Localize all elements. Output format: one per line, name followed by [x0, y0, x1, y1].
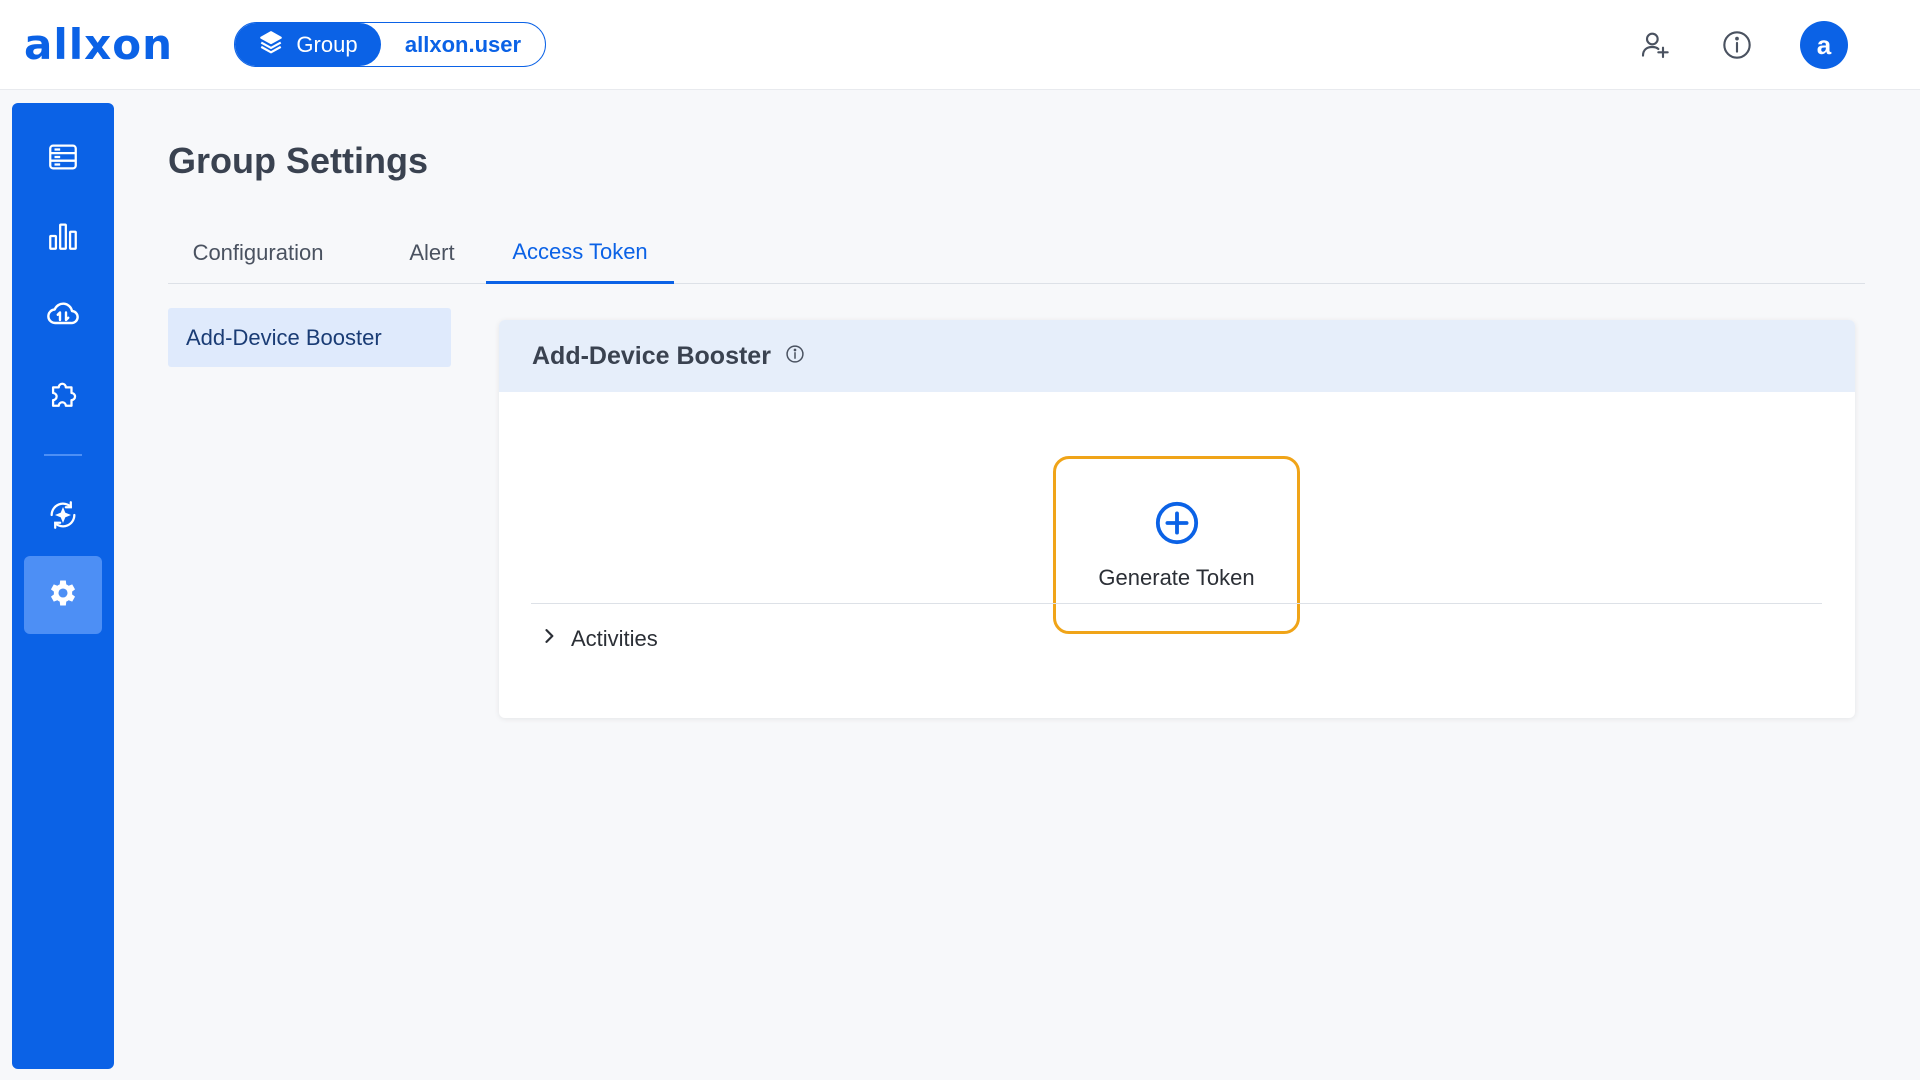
layers-icon [258, 29, 284, 61]
tab-access-token[interactable]: Access Token [486, 222, 674, 284]
tab-configuration[interactable]: Configuration [168, 222, 348, 284]
generate-token-label: Generate Token [1098, 564, 1255, 590]
sidebar-item-ota[interactable] [24, 478, 102, 556]
user-avatar[interactable]: a [1800, 21, 1848, 69]
scope-group-button[interactable]: Group [235, 23, 381, 66]
add-user-icon[interactable] [1636, 26, 1674, 64]
subnav-item-add-device-booster[interactable]: Add-Device Booster [168, 308, 451, 367]
card-header: Add-Device Booster [499, 320, 1855, 392]
sidebar [12, 103, 114, 1069]
card-divider [531, 603, 1822, 604]
activities-toggle[interactable]: Activities [539, 626, 658, 652]
chevron-right-icon [539, 626, 559, 652]
ota-update-icon [46, 498, 80, 537]
sidebar-item-devices[interactable] [24, 120, 102, 198]
top-bar: allxon Group allxon.user a [0, 0, 1920, 90]
info-icon[interactable] [785, 344, 805, 369]
allxon-logo[interactable]: allxon [24, 24, 173, 66]
scope-switcher[interactable]: Group allxon.user [234, 22, 546, 67]
add-circle-icon [1154, 500, 1200, 551]
plugin-puzzle-icon [46, 376, 80, 415]
settings-tabs: Configuration Alert Access Token [168, 222, 1865, 284]
add-device-booster-card: Add-Device Booster Generate Token Activi… [499, 320, 1855, 718]
tab-alert[interactable]: Alert [362, 222, 502, 284]
page-title: Group Settings [168, 140, 428, 181]
sidebar-item-plugins[interactable] [24, 356, 102, 434]
analytics-chart-icon [46, 219, 80, 258]
cloud-sync-icon [45, 296, 81, 337]
scope-user-label[interactable]: allxon.user [381, 32, 545, 58]
info-icon[interactable] [1718, 26, 1756, 64]
sidebar-divider [44, 454, 82, 456]
sidebar-item-settings[interactable] [24, 556, 102, 634]
sidebar-item-analytics[interactable] [24, 199, 102, 277]
activities-label: Activities [571, 626, 658, 651]
sidebar-item-cloud[interactable] [24, 277, 102, 355]
generate-token-button[interactable]: Generate Token [1053, 456, 1300, 634]
card-title: Add-Device Booster [532, 341, 771, 370]
settings-gear-icon [46, 576, 80, 615]
scope-group-label: Group [296, 31, 358, 57]
devices-icon [46, 140, 80, 179]
